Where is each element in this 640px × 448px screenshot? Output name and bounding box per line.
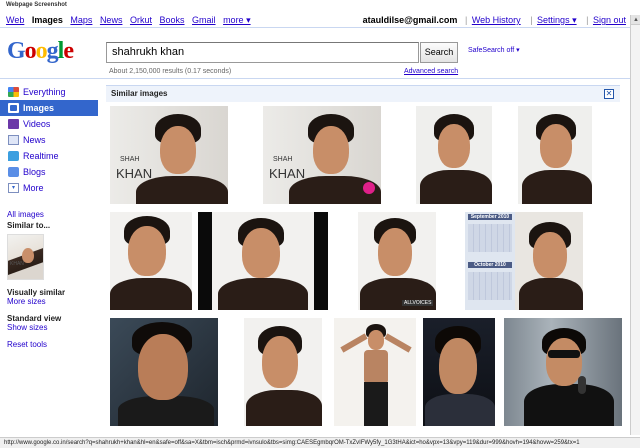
- status-bar-url: http://www.google.co.in/search?q=shahruk…: [0, 437, 640, 448]
- top-nav-links: Web Images Maps News Orkut Books Gmail m…: [6, 15, 256, 26]
- top-link-news[interactable]: News: [100, 15, 123, 25]
- sunglasses: [548, 350, 580, 358]
- safesearch-dropdown[interactable]: SafeSearch off ▾: [468, 46, 520, 54]
- advanced-search-link[interactable]: Advanced search: [404, 68, 458, 75]
- web-history-link[interactable]: Web History: [472, 15, 521, 25]
- image-result[interactable]: September 2010 October 2010: [465, 212, 583, 310]
- image-result[interactable]: [198, 212, 328, 310]
- top-link-books[interactable]: Books: [160, 15, 185, 25]
- top-link-more[interactable]: more ▾: [223, 15, 251, 25]
- similar-images-title: Similar images: [111, 89, 168, 98]
- images-icon: [8, 103, 19, 113]
- more-sizes-link[interactable]: More sizes: [7, 297, 99, 306]
- settings-link[interactable]: Settings ▾: [537, 15, 577, 25]
- sidebar-item-videos[interactable]: Videos: [0, 116, 98, 132]
- result-stats: About 2,150,000 results (0.17 seconds): [109, 68, 232, 75]
- sign-out-link[interactable]: Sign out: [593, 15, 626, 25]
- image-result[interactable]: [110, 318, 218, 426]
- top-navigation-bar: Web Images Maps News Orkut Books Gmail m…: [0, 12, 630, 28]
- user-email: atauldilse@gmail.com: [362, 15, 458, 25]
- realtime-icon: [8, 151, 19, 161]
- sidebar-item-everything[interactable]: Everything: [0, 84, 98, 100]
- news-icon: [8, 135, 19, 145]
- image-result[interactable]: SHAH KHAN: [110, 106, 228, 204]
- image-caption-khan: KHAN: [116, 166, 153, 181]
- all-images-link[interactable]: All images: [7, 210, 99, 219]
- logo-watermark: [363, 182, 375, 194]
- image-result[interactable]: SHAH KHAN: [263, 106, 381, 204]
- everything-icon: [8, 87, 19, 97]
- thumbnail-text: KHAN: [10, 261, 24, 267]
- calendar-graphic: September 2010 October 2010: [465, 212, 515, 310]
- search-tools: All images Similar to... KHAN Visually s…: [7, 210, 99, 351]
- trousers: [364, 382, 388, 426]
- top-link-images: Images: [31, 15, 63, 25]
- vertical-scrollbar[interactable]: ▲: [630, 15, 640, 435]
- image-result[interactable]: ALLVOICES: [358, 212, 436, 310]
- image-result[interactable]: [423, 318, 495, 426]
- left-sidebar: Everything Images Videos News Realtime B…: [0, 84, 98, 196]
- top-link-maps[interactable]: Maps: [70, 15, 92, 25]
- image-result[interactable]: [416, 106, 492, 204]
- similar-images-header: Similar images ✕: [106, 85, 620, 102]
- similar-to-thumbnail[interactable]: KHAN: [7, 234, 44, 280]
- image-caption-khan: KHAN: [269, 166, 306, 181]
- image-result[interactable]: [110, 212, 192, 310]
- sidebar-item-images[interactable]: Images: [0, 100, 98, 116]
- google-logo[interactable]: Google: [7, 38, 79, 64]
- image-caption-shah: SHAH: [273, 156, 293, 163]
- sidebar-item-blogs[interactable]: Blogs: [0, 164, 98, 180]
- image-result[interactable]: [504, 318, 622, 426]
- divider: [0, 78, 630, 79]
- calendar-month-october: October 2010: [468, 262, 512, 268]
- more-icon: ▾: [8, 183, 19, 193]
- top-link-gmail[interactable]: Gmail: [192, 15, 216, 25]
- account-links: atauldilse@gmail.com | Web History | Set…: [362, 15, 626, 25]
- sidebar-item-realtime[interactable]: Realtime: [0, 148, 98, 164]
- videos-icon: [8, 119, 19, 129]
- image-result[interactable]: [518, 106, 592, 204]
- standard-view-label: Standard view: [7, 314, 62, 323]
- screenshot-label: Webpage Screenshot: [6, 2, 67, 8]
- image-caption-allvoices: ALLVOICES: [402, 300, 434, 306]
- image-result[interactable]: [244, 318, 322, 426]
- image-caption-shah: SHAH: [120, 156, 140, 163]
- blogs-icon: [8, 167, 19, 177]
- sidebar-item-news[interactable]: News: [0, 132, 98, 148]
- scroll-up-icon[interactable]: ▲: [631, 15, 640, 25]
- microphone: [578, 376, 586, 394]
- close-icon[interactable]: ✕: [604, 89, 614, 99]
- top-link-orkut[interactable]: Orkut: [130, 15, 152, 25]
- search-button[interactable]: Search: [420, 42, 458, 63]
- search-input[interactable]: shahrukh khan: [106, 42, 419, 63]
- top-link-web[interactable]: Web: [6, 15, 24, 25]
- similar-to-label: Similar to...: [7, 221, 51, 230]
- calendar-month-september: September 2010: [468, 214, 512, 220]
- visually-similar-label: Visually similar: [7, 288, 66, 297]
- reset-tools-link[interactable]: Reset tools: [7, 340, 99, 349]
- sidebar-item-more[interactable]: ▾ More: [0, 180, 98, 196]
- image-result[interactable]: [334, 318, 416, 426]
- show-sizes-link[interactable]: Show sizes: [7, 323, 99, 332]
